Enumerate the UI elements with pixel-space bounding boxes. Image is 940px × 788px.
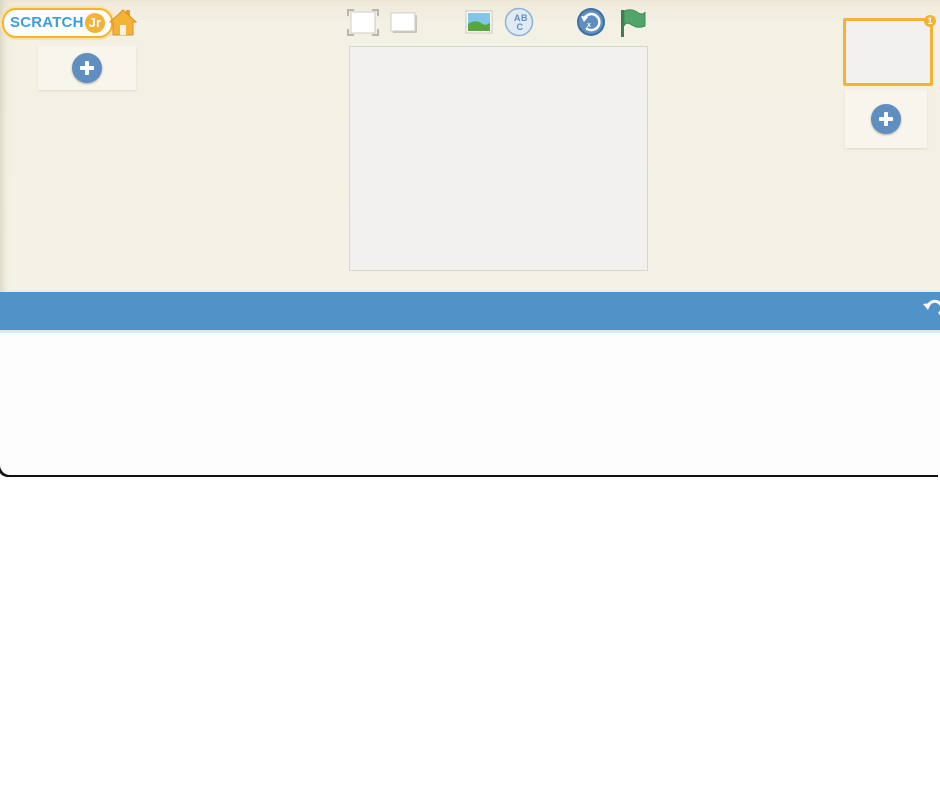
add-page-button[interactable] [871,104,901,134]
page-add-panel [845,90,927,148]
grid-toggle-button[interactable] [390,12,418,34]
text-abc-icon: A B C [504,7,534,37]
logo-text: SCRATCH [10,14,84,31]
page-thumbnail[interactable]: 1 [843,15,936,86]
blank-area [0,477,940,788]
svg-text:C: C [517,22,524,32]
green-flag-button[interactable] [618,8,646,38]
add-sprite-button[interactable] [72,53,102,83]
reset-characters-button[interactable]: x [576,7,606,37]
fullscreen-button[interactable] [347,9,379,36]
grid-toggle-icon [390,12,417,33]
editor-top-area: SCRATCH Jr A B C x 1 [0,0,940,292]
add-text-button[interactable]: A B C [504,7,534,37]
scratchjr-editor: SCRATCH Jr A B C x 1 [0,0,940,788]
block-palette-bar [0,292,940,333]
undo-button[interactable] [922,298,940,320]
reset-characters-icon: x [577,8,605,36]
page-number-badge: 1 [924,15,936,27]
sprite-add-panel [38,46,136,90]
background-image-icon [465,10,493,34]
plus-icon [80,61,94,75]
home-icon [108,9,138,36]
scratchjr-logo: SCRATCH Jr [2,8,114,38]
logo-suffix: Jr [84,13,106,33]
home-button[interactable] [108,8,138,36]
stage[interactable] [349,46,648,271]
green-flag-icon [621,9,646,37]
scripts-area[interactable] [0,333,940,475]
plus-icon [879,112,893,126]
undo-icon [923,299,940,316]
svg-text:x: x [587,22,591,29]
change-background-button[interactable] [465,10,493,34]
fullscreen-icon [347,9,379,36]
